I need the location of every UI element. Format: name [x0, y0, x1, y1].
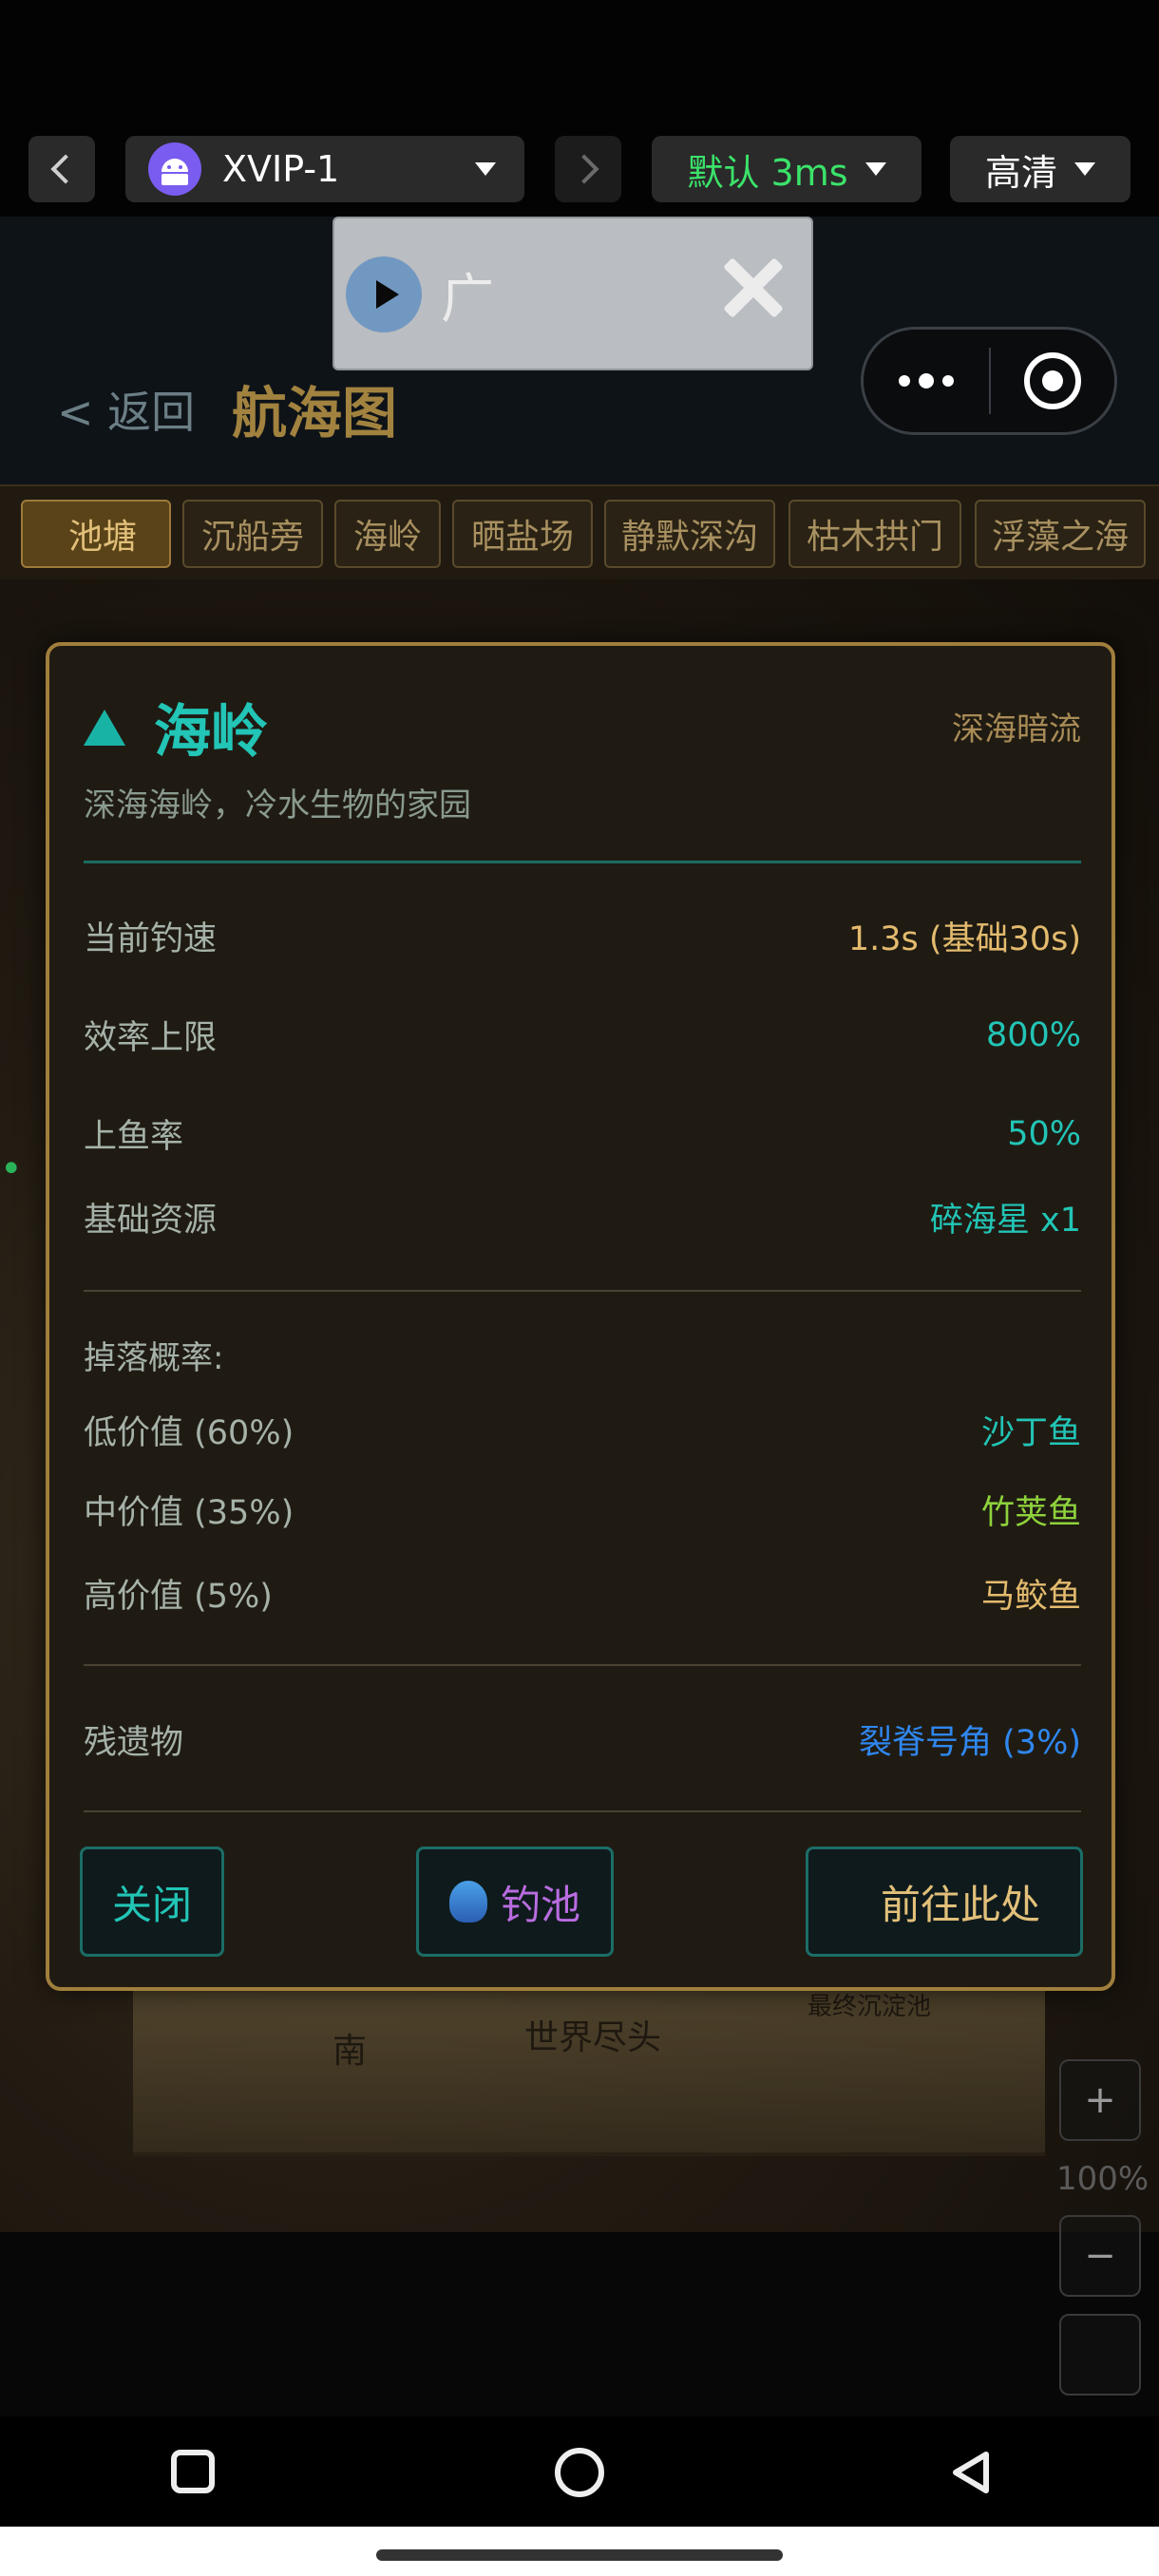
- emulator-toolbar: XVIP-1 默认 3ms 高清: [0, 0, 1159, 217]
- drop-row: 低价值 (60%) 沙丁鱼: [84, 1414, 1081, 1452]
- stat-row: 基础资源 碎海星 x1: [84, 1202, 1081, 1240]
- miniprogram-capsule: [861, 327, 1117, 435]
- close-miniprogram-icon[interactable]: [991, 352, 1114, 409]
- page-title: 航海图: [232, 381, 398, 445]
- divider: [84, 861, 1081, 863]
- locate-button[interactable]: [1059, 2314, 1141, 2396]
- back-nav-button[interactable]: [28, 136, 95, 202]
- tab-salt-field[interactable]: 晒盐场: [452, 500, 593, 568]
- recent-apps-icon[interactable]: [171, 2450, 215, 2493]
- tab-silent-trench[interactable]: 静默深沟: [604, 500, 775, 568]
- gesture-handle[interactable]: [376, 2549, 783, 2561]
- divider: [84, 1290, 1081, 1292]
- drop-row: 中价值 (35%) 竹荚鱼: [84, 1494, 1081, 1532]
- modal-header: 海岭: [84, 686, 268, 768]
- back-link[interactable]: < 返回: [57, 378, 195, 441]
- location-tab-bar: 池塘 沉船旁 海岭 晒盐场 静默深沟 枯木拱门 浮藻之海: [0, 484, 1159, 579]
- zoom-in-button[interactable]: +: [1059, 2059, 1141, 2141]
- location-description: 深海海岭，冷水生物的家园: [84, 786, 471, 824]
- dropdown-caret-icon: [864, 162, 886, 176]
- chevron-left-icon: [50, 154, 81, 184]
- close-icon[interactable]: [711, 245, 796, 331]
- tab-pond[interactable]: 池塘: [21, 500, 171, 568]
- map-label-world-end: 世界尽头: [524, 2018, 662, 2057]
- speed-label: 默认 3ms: [687, 151, 848, 194]
- chevron-right-icon: [569, 154, 599, 184]
- zone-label: 深海暗流: [952, 710, 1081, 748]
- map-footer-area: [0, 2232, 1159, 2416]
- zoom-out-button[interactable]: −: [1059, 2215, 1141, 2297]
- go-here-button[interactable]: 前往此处: [806, 1847, 1083, 1957]
- triangle-icon: [84, 709, 125, 746]
- back-icon[interactable]: [950, 2451, 992, 2494]
- play-icon[interactable]: [346, 256, 422, 332]
- fishing-pool-button[interactable]: 钓池: [416, 1847, 614, 1957]
- forward-nav-button[interactable]: [555, 136, 621, 202]
- tab-shipwreck[interactable]: 沉船旁: [182, 500, 323, 568]
- map-marker-icon: •: [0, 1147, 23, 1191]
- stat-row: 当前钓速 1.3s (基础30s): [84, 920, 1081, 958]
- tab-deadwood-arch[interactable]: 枯木拱门: [788, 500, 961, 568]
- location-name: 海岭: [154, 699, 268, 766]
- map-label-south: 南: [332, 2032, 368, 2071]
- ad-overlay[interactable]: 广: [332, 217, 813, 370]
- zoom-level: 100%: [1056, 2160, 1150, 2198]
- relic-row: 残遗物 裂脊号角 (3%): [84, 1724, 1081, 1762]
- dropdown-caret-icon: [1074, 162, 1095, 176]
- divider: [84, 1664, 1081, 1666]
- quality-selector[interactable]: 高清: [950, 136, 1130, 202]
- ad-label: 广: [441, 269, 494, 331]
- tab-kelp-sea[interactable]: 浮藻之海: [975, 500, 1146, 568]
- dropdown-caret-icon: [475, 162, 496, 176]
- drop-row: 高价值 (5%) 马鲛鱼: [84, 1578, 1081, 1616]
- map-label-final-swamp: 最终沉淀池: [808, 1993, 932, 2021]
- speed-selector[interactable]: 默认 3ms: [652, 136, 922, 202]
- android-icon: [148, 142, 201, 196]
- tab-ridge[interactable]: 海岭: [334, 500, 441, 568]
- more-menu-icon[interactable]: [864, 373, 989, 388]
- app-selector[interactable]: XVIP-1: [125, 136, 524, 202]
- stat-row: 效率上限 800%: [84, 1015, 1081, 1058]
- app-name: XVIP-1: [222, 148, 340, 190]
- system-nav-bar: [0, 2416, 1159, 2527]
- fish-pool-icon: [448, 1881, 487, 1923]
- home-icon[interactable]: [555, 2448, 604, 2497]
- stat-row: 上鱼率 50%: [84, 1114, 1081, 1157]
- drop-rate-title: 掉落概率:: [84, 1339, 224, 1377]
- divider: [84, 1810, 1081, 1812]
- close-button[interactable]: 关闭: [80, 1847, 224, 1957]
- quality-label: 高清: [984, 151, 1057, 194]
- location-detail-modal: 海岭 深海暗流 深海海岭，冷水生物的家园 当前钓速 1.3s (基础30s) 效…: [46, 642, 1115, 1991]
